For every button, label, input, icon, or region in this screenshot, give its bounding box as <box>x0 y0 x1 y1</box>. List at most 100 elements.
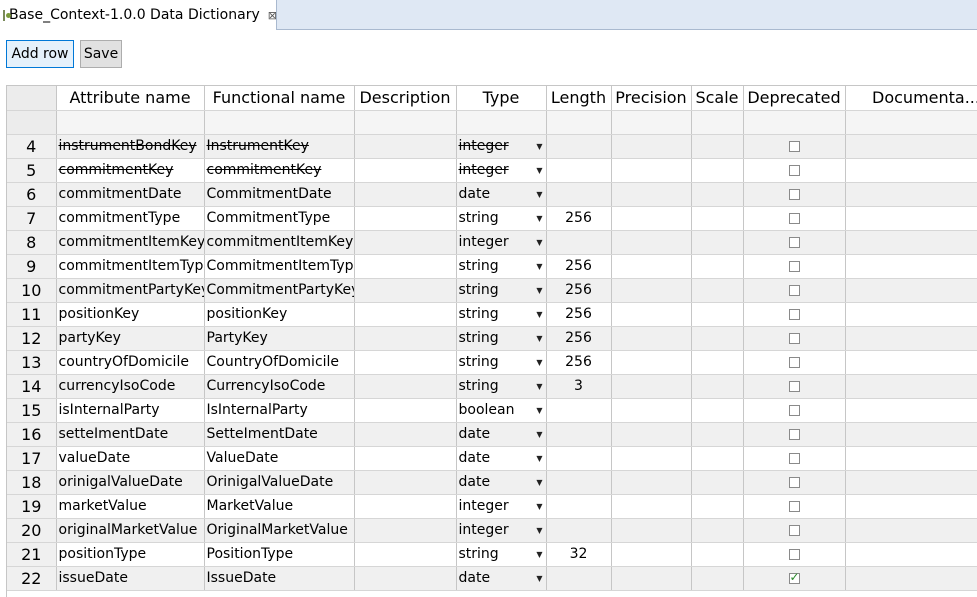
row-number[interactable]: 10 <box>7 278 57 303</box>
table-row[interactable]: 14 currencyIsoCode CurrencyIsoCode string ▼ 3 <box>7 374 977 399</box>
functional-name-cell[interactable]: OriginalMarketValue <box>204 518 355 543</box>
description-cell[interactable] <box>354 206 457 231</box>
length-cell[interactable] <box>546 134 612 159</box>
description-cell[interactable] <box>354 374 457 399</box>
deprecated-cell[interactable] <box>743 206 846 231</box>
dropdown-arrow-icon[interactable]: ▼ <box>536 406 542 415</box>
dropdown-arrow-icon[interactable]: ▼ <box>536 478 542 487</box>
deprecated-cell[interactable] <box>743 326 846 351</box>
deprecated-checkbox[interactable] <box>788 428 800 440</box>
deprecated-cell[interactable] <box>743 566 846 591</box>
deprecated-cell[interactable] <box>743 350 846 375</box>
documentation-cell[interactable] <box>845 158 977 183</box>
row-number[interactable]: 6 <box>7 182 57 207</box>
description-cell[interactable] <box>354 470 457 495</box>
functional-name-cell[interactable]: InstrumentKey <box>204 134 355 159</box>
scale-cell[interactable] <box>691 134 744 159</box>
precision-cell[interactable] <box>611 302 692 327</box>
precision-cell[interactable] <box>611 134 692 159</box>
documentation-cell[interactable] <box>845 566 977 591</box>
deprecated-cell[interactable] <box>743 158 846 183</box>
table-row[interactable]: 5 commitmentKey commitmentKey integer ▼ <box>7 158 977 183</box>
row-number[interactable]: 21 <box>7 542 57 567</box>
deprecated-checkbox[interactable] <box>788 140 800 152</box>
row-number[interactable]: 22 <box>7 566 57 591</box>
functional-name-cell[interactable]: CommitmentItemType <box>204 254 355 279</box>
functional-name-cell[interactable]: OrinigalValueDate <box>204 470 355 495</box>
length-cell[interactable] <box>546 398 612 423</box>
functional-name-cell[interactable]: CommitmentType <box>204 206 355 231</box>
documentation-cell[interactable] <box>845 470 977 495</box>
attribute-name-cell[interactable]: commitmentPartyKey <box>56 278 205 303</box>
documentation-cell[interactable] <box>845 518 977 543</box>
length-cell[interactable]: 3 <box>546 374 612 399</box>
length-cell[interactable]: 256 <box>546 350 612 375</box>
table-row[interactable]: 6 commitmentDate CommitmentDate date ▼ <box>7 182 977 207</box>
deprecated-cell[interactable] <box>743 278 846 303</box>
deprecated-checkbox[interactable] <box>788 356 800 368</box>
length-cell[interactable]: 32 <box>546 542 612 567</box>
row-number[interactable]: 16 <box>7 422 57 447</box>
type-cell[interactable]: boolean ▼ <box>456 398 547 423</box>
column-header[interactable]: Precision <box>611 86 692 111</box>
deprecated-cell[interactable] <box>743 470 846 495</box>
type-cell[interactable]: date ▼ <box>456 182 547 207</box>
deprecated-checkbox[interactable] <box>788 188 800 200</box>
functional-name-cell[interactable]: PartyKey <box>204 326 355 351</box>
attribute-name-cell[interactable]: commitmentType <box>56 206 205 231</box>
attribute-name-cell[interactable]: countryOfDomicile <box>56 350 205 375</box>
description-cell[interactable] <box>354 278 457 303</box>
scale-cell[interactable] <box>691 350 744 375</box>
attribute-name-cell[interactable]: positionKey <box>56 302 205 327</box>
functional-name-cell[interactable]: commitmentKey <box>204 158 355 183</box>
deprecated-checkbox[interactable] <box>788 164 800 176</box>
deprecated-checkbox[interactable] <box>788 548 800 560</box>
table-row[interactable]: 20 originalMarketValue OriginalMarketValue… <box>7 518 977 543</box>
type-cell[interactable]: integer ▼ <box>456 494 547 519</box>
precision-cell[interactable] <box>611 518 692 543</box>
attribute-name-cell[interactable]: orinigalValueDate <box>56 470 205 495</box>
table-row[interactable]: 10 commitmentPartyKey CommitmentPartyKey st… <box>7 278 977 303</box>
description-cell[interactable] <box>354 158 457 183</box>
dropdown-arrow-icon[interactable]: ▼ <box>536 574 542 583</box>
documentation-cell[interactable] <box>845 350 977 375</box>
row-number[interactable]: 15 <box>7 398 57 423</box>
row-number[interactable]: 5 <box>7 158 57 183</box>
documentation-cell[interactable] <box>845 278 977 303</box>
length-cell[interactable] <box>546 230 612 255</box>
deprecated-checkbox[interactable] <box>788 236 800 248</box>
documentation-cell[interactable] <box>845 326 977 351</box>
deprecated-checkbox[interactable] <box>788 452 800 464</box>
scale-cell[interactable] <box>691 302 744 327</box>
deprecated-cell[interactable] <box>743 446 846 471</box>
table-row[interactable]: 11 positionKey positionKey string ▼ 256 <box>7 302 977 327</box>
deprecated-checkbox[interactable] <box>788 570 800 584</box>
documentation-cell[interactable] <box>845 134 977 159</box>
add-row-button[interactable]: Add row <box>6 40 74 68</box>
dropdown-arrow-icon[interactable]: ▼ <box>536 382 542 391</box>
type-cell[interactable]: date ▼ <box>456 446 547 471</box>
deprecated-checkbox[interactable] <box>788 476 800 488</box>
table-row[interactable]: 16 setteImentDate SetteImentDate date ▼ <box>7 422 977 447</box>
deprecated-cell[interactable] <box>743 518 846 543</box>
length-cell[interactable] <box>546 494 612 519</box>
precision-cell[interactable] <box>611 470 692 495</box>
deprecated-cell[interactable] <box>743 254 846 279</box>
length-cell[interactable] <box>546 518 612 543</box>
row-number[interactable]: 20 <box>7 518 57 543</box>
type-cell[interactable]: integer ▼ <box>456 518 547 543</box>
attribute-name-cell[interactable]: positionType <box>56 542 205 567</box>
table-row[interactable]: 13 countryOfDomicile CountryOfDomicile stri… <box>7 350 977 375</box>
row-number[interactable]: 12 <box>7 326 57 351</box>
length-cell[interactable] <box>546 422 612 447</box>
table-row[interactable]: 22 issueDate IssueDate date ▼ <box>7 566 977 591</box>
precision-cell[interactable] <box>611 542 692 567</box>
precision-cell[interactable] <box>611 158 692 183</box>
row-number[interactable]: 17 <box>7 446 57 471</box>
description-cell[interactable] <box>354 446 457 471</box>
type-cell[interactable]: string ▼ <box>456 374 547 399</box>
close-tab-icon[interactable]: ⊠ <box>268 9 277 22</box>
type-cell[interactable]: string ▼ <box>456 350 547 375</box>
documentation-cell[interactable] <box>845 398 977 423</box>
description-cell[interactable] <box>354 542 457 567</box>
